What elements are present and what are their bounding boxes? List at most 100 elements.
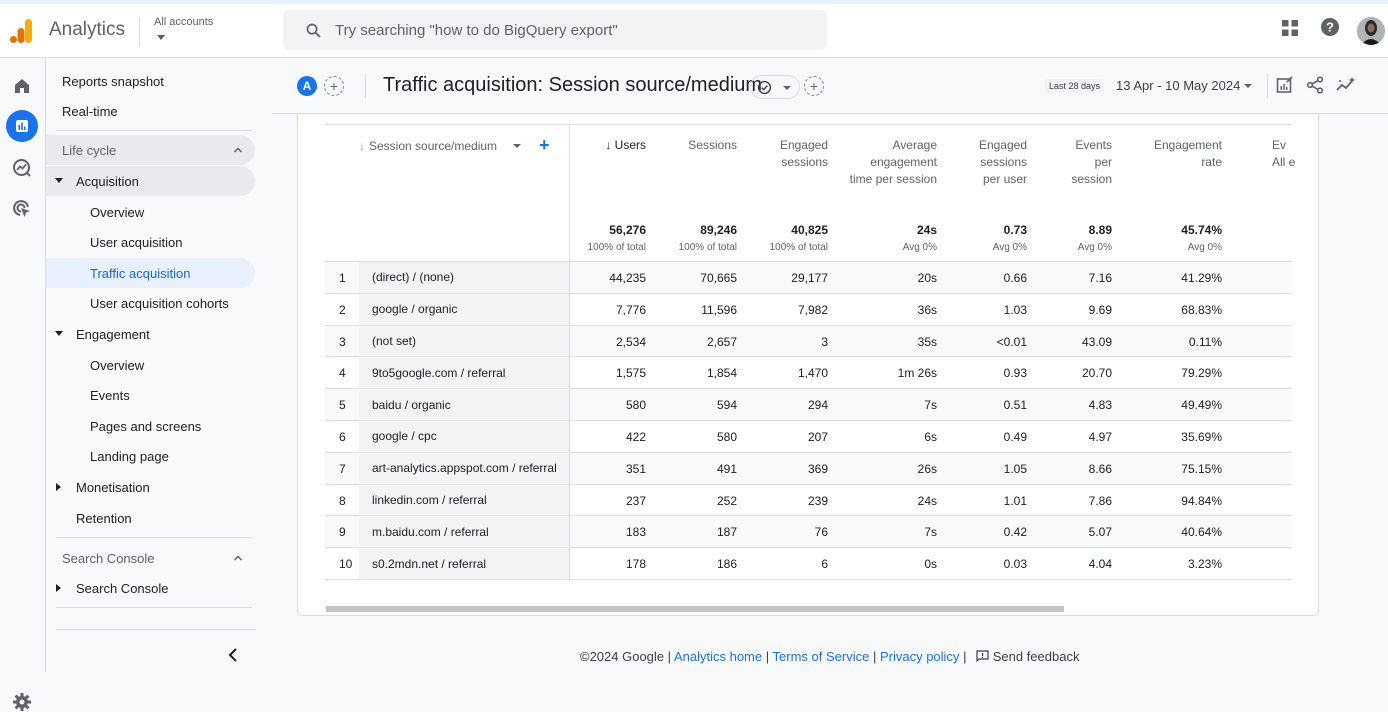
metric-cell: 2,657 (706, 334, 737, 349)
report-status-dropdown[interactable] (750, 75, 800, 99)
table-row[interactable]: 5 baidu / organic 580 594 294 7s 0.51 4.83 49.49… (325, 389, 1292, 421)
total-avg-engagement-time: 24s (916, 223, 937, 237)
column-header-engagement-rate[interactable]: Engagement rate (1142, 137, 1222, 171)
column-header-avg-engagement-time[interactable]: Average engagement time per session (845, 137, 937, 188)
caret-down-icon[interactable] (513, 143, 522, 149)
nav-item-traffic-acquisition[interactable]: Traffic acquisition (46, 258, 255, 288)
dimension-header[interactable]: ↓ Session source/medium (359, 139, 522, 153)
horizontal-scrollbar[interactable] (326, 606, 1064, 612)
row-number: 1 (339, 271, 346, 285)
nav-item-pages-and-screens[interactable]: Pages and screens (46, 411, 255, 441)
dimension-cell[interactable]: s0.2mdn.net / referral (359, 548, 569, 579)
column-header-engaged-sessions[interactable]: Engaged sessions (758, 137, 828, 171)
nav-label: Pages and screens (90, 418, 202, 434)
metric-cell: 20.70 (1081, 366, 1112, 381)
add-dimension-button[interactable]: + (539, 135, 550, 156)
nav-item-engagement[interactable]: Engagement (46, 319, 255, 349)
nav-section-search-console[interactable]: Search Console (46, 543, 255, 573)
metric-cell: 0.51 (1003, 398, 1027, 413)
nav-item-retention[interactable]: Retention (46, 503, 255, 533)
chevron-up-icon[interactable] (233, 553, 243, 563)
dimension-cell[interactable]: google / organic (359, 293, 569, 325)
caret-down-icon[interactable] (55, 331, 63, 337)
collapse-nav-chevron-left-icon[interactable] (228, 648, 238, 662)
nav-item-acquisition[interactable]: Acquisition (46, 166, 255, 196)
sort-arrow-down-icon: ↓ (359, 139, 365, 153)
table-row[interactable]: 3 (not set) 2,534 2,657 3 35s <0.01 43.09 0.11% (325, 325, 1292, 358)
nav-item-events[interactable]: Events (46, 380, 255, 410)
terms-of-service-link[interactable]: Terms of Service (773, 649, 870, 664)
column-header-users[interactable]: ↓ Users (605, 137, 646, 154)
nav-item-acquisition-overview[interactable]: Overview (46, 197, 255, 227)
insights-icon[interactable] (1336, 76, 1356, 94)
caret-down-icon[interactable] (157, 35, 165, 40)
dimension-cell[interactable]: baidu / organic (359, 389, 569, 420)
nav-item-user-acquisition[interactable]: User acquisition (46, 227, 255, 257)
total-sub: Avg 0% (902, 242, 937, 253)
nav-item-monetisation[interactable]: Monetisation (46, 472, 255, 502)
metric-cell: 3.23% (1187, 557, 1222, 572)
dimension-cell[interactable]: (not set) (359, 325, 569, 357)
advertising-icon[interactable] (8, 195, 36, 223)
customize-report-icon[interactable] (1276, 76, 1294, 94)
table-row[interactable]: 2 google / organic 7,776 11,596 7,982 36s 1.03… (325, 293, 1292, 326)
date-range-selector[interactable]: 13 Apr - 10 May 2024 (1116, 78, 1240, 93)
table-row[interactable]: 7 art-analytics.appspot.com / referral 351… (325, 452, 1292, 485)
privacy-policy-link[interactable]: Privacy policy (880, 649, 959, 664)
nav-item-user-acquisition-cohorts[interactable]: User acquisition cohorts (46, 288, 255, 318)
dimension-cell[interactable]: m.baidu.com / referral (359, 516, 569, 548)
table-row[interactable]: 8 linkedin.com / referral 237 252 239 24s 1.01… (325, 484, 1292, 517)
metric-cell: 36s (917, 302, 937, 317)
caret-down-icon[interactable] (1244, 84, 1252, 88)
settings-gear-icon[interactable] (12, 692, 32, 712)
search-input[interactable] (335, 10, 815, 50)
reports-icon[interactable] (6, 110, 38, 142)
nav-item-reports-snapshot[interactable]: Reports snapshot (46, 66, 255, 96)
table-row[interactable]: 10 s0.2mdn.net / referral 178 186 6 0s 0.03 4.0… (325, 548, 1292, 580)
nav-item-landing-page[interactable]: Landing page (46, 441, 255, 471)
nav-section-life-cycle[interactable]: Life cycle (46, 135, 255, 165)
nav-item-engagement-overview[interactable]: Overview (46, 350, 255, 380)
caret-right-icon[interactable] (56, 483, 62, 491)
table-row[interactable]: 9 m.baidu.com / referral 183 187 76 7s 0.42 5.0… (325, 516, 1292, 549)
column-header-event-count-partial[interactable]: Ev All e (1272, 137, 1302, 171)
chevron-up-icon[interactable] (233, 145, 243, 155)
total-sub: 100% of total (587, 242, 646, 253)
explore-icon[interactable] (8, 154, 36, 182)
metric-cell: 1,470 (797, 366, 828, 381)
column-label: Sessions (688, 138, 737, 152)
column-header-engaged-sessions-per-user[interactable]: Engaged sessions per user (961, 137, 1027, 188)
user-avatar[interactable] (1357, 17, 1385, 45)
comparison-badge[interactable]: A (297, 76, 317, 96)
metric-cell: 70,665 (700, 271, 737, 285)
caret-right-icon[interactable] (56, 584, 62, 592)
add-filter-button[interactable]: + (804, 76, 824, 96)
add-comparison-button[interactable]: + (324, 76, 344, 96)
nav-item-real-time[interactable]: Real-time (46, 96, 255, 126)
apps-grid-icon[interactable] (1282, 20, 1298, 36)
analytics-logo-icon[interactable] (10, 18, 34, 44)
nav-item-search-console[interactable]: Search Console (46, 573, 255, 603)
help-icon[interactable]: ? (1320, 17, 1340, 37)
share-icon[interactable] (1306, 76, 1324, 94)
analytics-home-link[interactable]: Analytics home (674, 649, 762, 664)
table-row[interactable]: 1 (direct) / (none) 44,235 70,665 29,177 20s 0… (325, 262, 1292, 294)
caret-down-icon[interactable] (55, 178, 63, 184)
send-feedback-button[interactable]: Send feedback (976, 649, 1079, 664)
metric-cell: 35.69% (1181, 429, 1222, 444)
search-bar[interactable] (283, 10, 827, 50)
metric-cell: 239 (807, 493, 828, 508)
metric-cell: 0.11% (1188, 334, 1222, 349)
column-header-events-per-session[interactable]: Events per session (1056, 137, 1112, 188)
table-row[interactable]: 6 google / cpc 422 580 207 6s 0.49 4.97 35.69% (325, 420, 1292, 453)
account-selector[interactable]: All accounts (154, 16, 213, 28)
column-header-sessions[interactable]: Sessions (688, 137, 737, 154)
dimension-cell[interactable]: (direct) / (none) (359, 262, 569, 293)
dimension-cell[interactable]: 9to5google.com / referral (359, 357, 569, 389)
table-row[interactable]: 4 9to5google.com / referral 1,575 1,854 1,47… (325, 357, 1292, 390)
home-icon[interactable] (8, 72, 36, 100)
dimension-cell[interactable]: google / cpc (359, 420, 569, 452)
dimension-cell[interactable]: art-analytics.appspot.com / referral (359, 452, 569, 484)
dimension-cell[interactable]: linkedin.com / referral (359, 484, 569, 516)
row-number: 2 (339, 302, 346, 317)
